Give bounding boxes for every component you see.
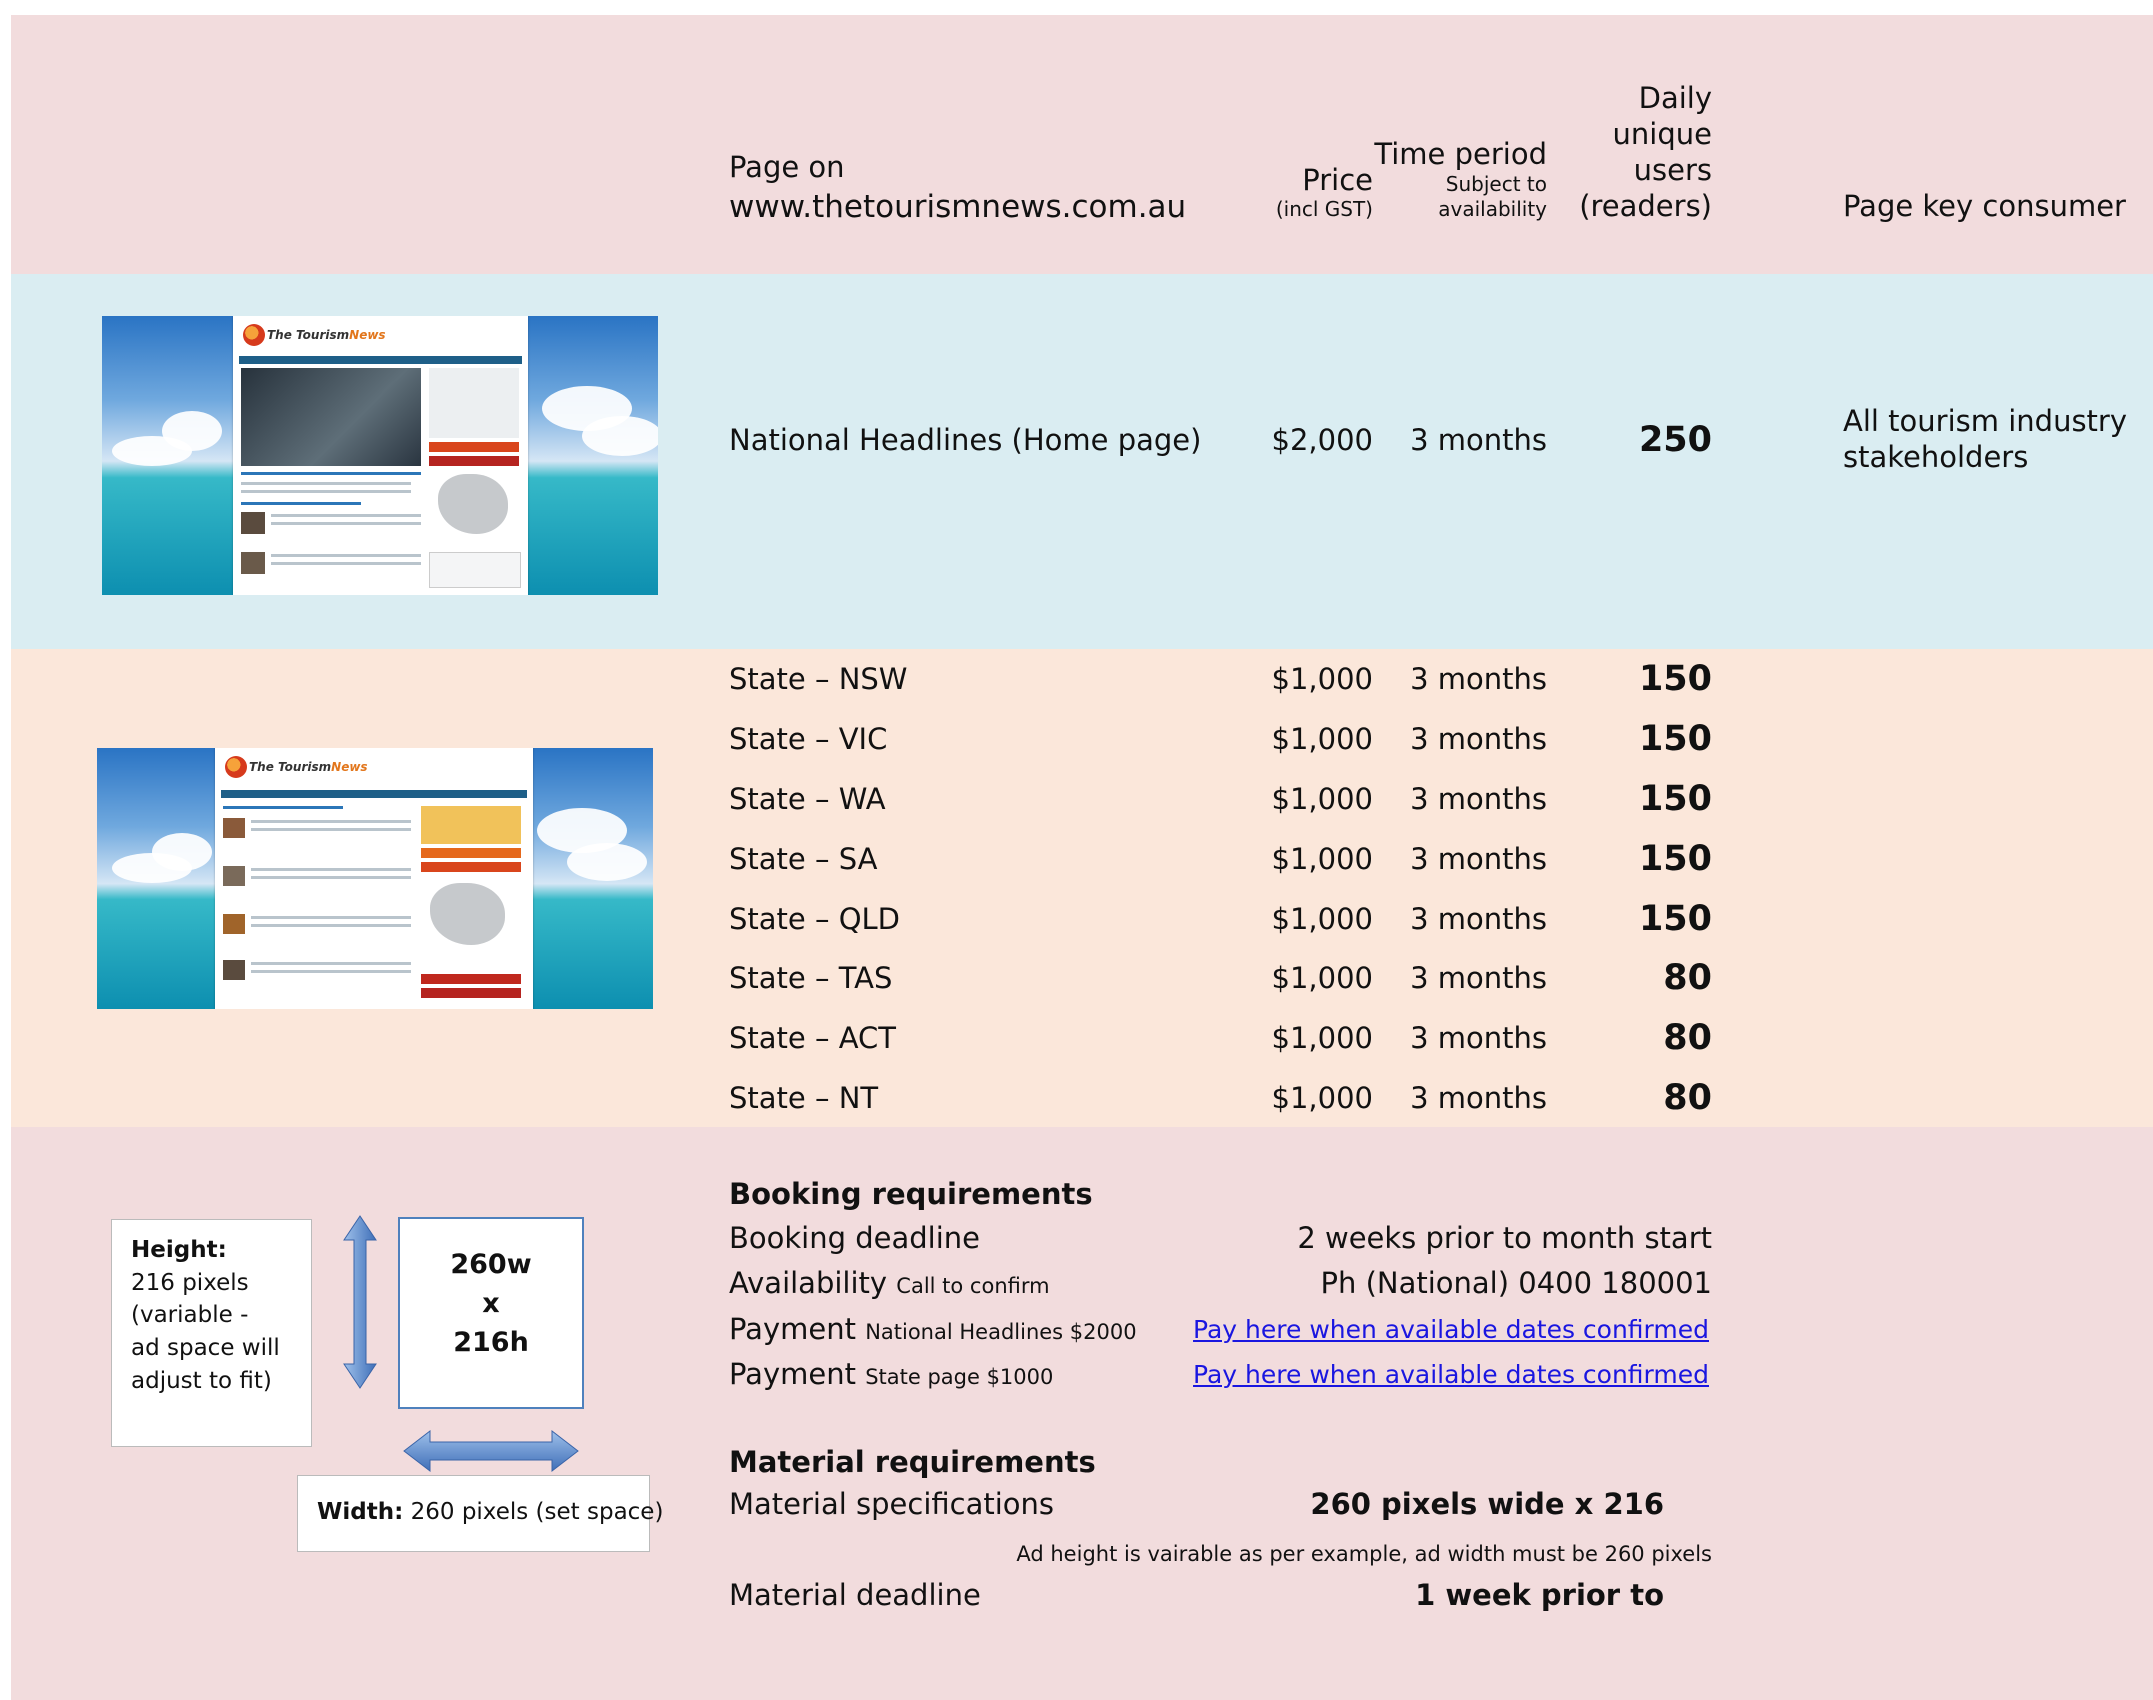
material-deadline-value: 1 week prior to — [1415, 1578, 1664, 1612]
width-info-box: Width: 260 pixels (set space) — [297, 1475, 663, 1552]
col-header-users-2: unique — [1612, 117, 1712, 151]
material-note: Ad height is vairable as per example, ad… — [1016, 1542, 1712, 1566]
width-text: 260 pixels (set space) — [410, 1499, 664, 1525]
col-header-site: www.thetourismnews.com.au — [729, 189, 1187, 225]
height-text-4: adjust to fit) — [131, 1367, 272, 1394]
payment-national-label: Payment National Headlines $2000 — [729, 1312, 1137, 1346]
col-header-users-1: Daily — [1638, 81, 1712, 115]
height-label: Height: — [131, 1237, 227, 1263]
ad-height-text: 216h — [453, 1327, 529, 1359]
availability-note: Call to confirm — [896, 1274, 1050, 1298]
state-row-2-page: State – VIC — [729, 722, 888, 756]
state-row-1-page: State – NSW — [729, 662, 908, 696]
state-row-2-period: 3 months — [1410, 722, 1547, 756]
state-row-6-page: State – TAS — [729, 961, 893, 995]
ad-x-text: x — [482, 1288, 500, 1320]
col-header-users-3: users — [1633, 153, 1712, 187]
state-row-3-period: 3 months — [1410, 782, 1547, 816]
booking-band — [11, 1127, 2153, 1700]
col-header-time-note-1: Subject to — [1445, 172, 1547, 196]
national-consumer-1: All tourism industry — [1843, 404, 2128, 438]
col-header-consumer: Page key consumer — [1843, 189, 2126, 223]
payment-state-link[interactable]: Pay here when available dates confirmed — [1193, 1360, 1709, 1390]
national-period: 3 months — [1410, 423, 1547, 457]
payment-national-link[interactable]: Pay here when available dates confirmed — [1193, 1315, 1709, 1345]
state-row-1-period: 3 months — [1410, 662, 1547, 696]
state-row-5-period: 3 months — [1410, 902, 1547, 936]
width-arrow-icon — [403, 1429, 579, 1473]
col-header-price: Price — [1302, 163, 1373, 197]
state-row-4-page: State – SA — [729, 842, 878, 876]
state-row-8-page: State – NT — [729, 1081, 879, 1115]
booking-deadline-label: Booking deadline — [729, 1221, 981, 1255]
height-text-2: (variable - — [131, 1302, 249, 1329]
state-row-5-page: State – QLD — [729, 902, 901, 936]
state-row-3-price: $1,000 — [1271, 782, 1373, 816]
state-row-4-price: $1,000 — [1271, 842, 1373, 876]
col-header-price-note: (incl GST) — [1275, 197, 1373, 221]
material-title: Material requirements — [729, 1445, 1096, 1479]
state-row-6-period: 3 months — [1410, 961, 1547, 995]
material-deadline-label: Material deadline — [729, 1578, 981, 1612]
state-row-6-users: 80 — [1663, 958, 1712, 998]
col-header-users-4: (readers) — [1579, 189, 1712, 223]
state-row-7-page: State – ACT — [729, 1021, 896, 1055]
state-row-7-price: $1,000 — [1271, 1021, 1373, 1055]
col-header-page-on: Page on — [729, 150, 845, 184]
state-row-1-price: $1,000 — [1271, 662, 1373, 696]
availability-label: Availability Call to confirm — [729, 1266, 1050, 1300]
width-label: Width: — [317, 1499, 404, 1525]
state-row-8-price: $1,000 — [1271, 1081, 1373, 1115]
state-row-4-period: 3 months — [1410, 842, 1547, 876]
payment-state-note: State page $1000 — [865, 1365, 1054, 1389]
state-row-2-price: $1,000 — [1271, 722, 1373, 756]
state-row-3-page: State – WA — [729, 782, 886, 816]
state-row-1-users: 150 — [1638, 659, 1712, 699]
state-row-5-users: 150 — [1638, 899, 1712, 939]
booking-title: Booking requirements — [729, 1177, 1093, 1211]
state-row-7-period: 3 months — [1410, 1021, 1547, 1055]
state-row-7-users: 80 — [1663, 1018, 1712, 1058]
booking-deadline-value: 2 weeks prior to month start — [1297, 1221, 1712, 1255]
state-row-2-users: 150 — [1638, 719, 1712, 759]
home-page-screenshot: The TourismNews — [102, 316, 658, 595]
state-row-8-period: 3 months — [1410, 1081, 1547, 1115]
material-spec-value: 260 pixels wide x 216 — [1310, 1487, 1664, 1521]
col-header-time: Time period — [1374, 137, 1547, 171]
state-row-6-price: $1,000 — [1271, 961, 1373, 995]
payment-national-note: National Headlines $2000 — [865, 1320, 1137, 1344]
national-users: 250 — [1638, 420, 1712, 460]
payment-state-label: Payment State page $1000 — [729, 1357, 1054, 1391]
national-consumer-2: stakeholders — [1843, 440, 2029, 474]
state-row-8-users: 80 — [1663, 1078, 1712, 1118]
state-row-4-users: 150 — [1638, 839, 1712, 879]
ad-size-box: 260w x 216h — [398, 1217, 584, 1409]
ad-width-text: 260w — [450, 1249, 532, 1280]
state-page-screenshot: The TourismNews — [97, 748, 653, 1009]
height-text-1: 216 pixels — [131, 1269, 249, 1296]
height-info-box: Height: 216 pixels (variable - ad space … — [111, 1219, 312, 1447]
height-text-3: ad space will — [131, 1334, 280, 1361]
availability-phone: Ph (National) 0400 180001 — [1320, 1266, 1713, 1300]
header-band — [11, 15, 2153, 274]
material-spec-label: Material specifications — [729, 1487, 1055, 1521]
national-price: $2,000 — [1271, 423, 1373, 457]
col-header-time-note-2: availability — [1438, 197, 1547, 221]
height-arrow-icon — [343, 1215, 377, 1389]
state-row-3-users: 150 — [1638, 779, 1712, 819]
state-row-5-price: $1,000 — [1271, 902, 1373, 936]
national-page-name: National Headlines (Home page) — [729, 423, 1202, 457]
